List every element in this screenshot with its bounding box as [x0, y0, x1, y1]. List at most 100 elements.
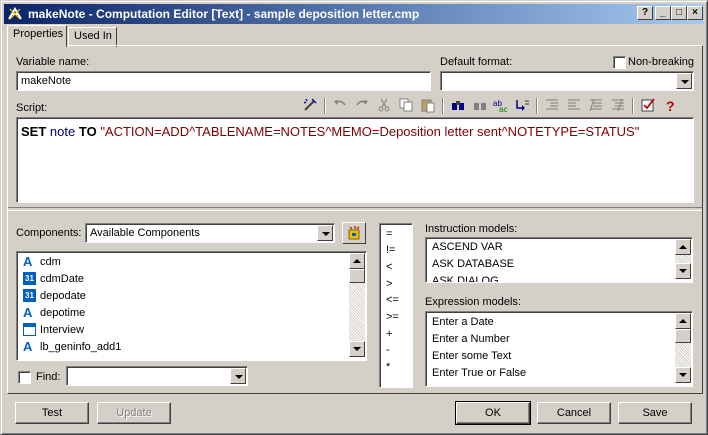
new-component-button[interactable]: [342, 222, 366, 244]
default-format-dropdown-button[interactable]: [676, 73, 692, 89]
dialog-icon: [23, 323, 36, 336]
find-icon[interactable]: [450, 97, 466, 113]
operator-item[interactable]: !=: [386, 244, 395, 256]
scroll-up-button[interactable]: [675, 239, 691, 255]
indent-icon[interactable]: [544, 97, 560, 113]
cut-icon[interactable]: [376, 97, 392, 113]
variable-name-input[interactable]: makeNote: [16, 71, 431, 91]
toolbar-separator: [324, 98, 326, 114]
list-item[interactable]: Enter True or False: [432, 367, 526, 379]
components-dropdown-button[interactable]: [317, 225, 333, 241]
outdent-icon[interactable]: [566, 97, 582, 113]
text-var-icon: A: [23, 254, 33, 269]
instruction-models-label: Instruction models:: [425, 223, 518, 235]
scroll-thumb[interactable]: [349, 269, 365, 283]
operator-item[interactable]: <=: [386, 294, 399, 306]
find-input[interactable]: [66, 366, 248, 386]
close-button[interactable]: ×: [687, 6, 703, 20]
minimize-button[interactable]: _: [655, 6, 671, 20]
script-keyword-set: SET: [21, 124, 47, 139]
scroll-down-button[interactable]: [349, 341, 365, 357]
variable-name-label: Variable name:: [16, 56, 90, 68]
scroll-down-button[interactable]: [675, 367, 691, 383]
svg-text:ac: ac: [499, 105, 507, 113]
goto-line-icon[interactable]: [514, 97, 530, 113]
uncomment-icon[interactable]: [610, 97, 626, 113]
test-button[interactable]: Test: [15, 402, 89, 424]
window-title: makeNote - Computation Editor [Text] - s…: [28, 7, 420, 21]
pane-splitter[interactable]: [8, 207, 702, 211]
update-button[interactable]: Update: [97, 402, 171, 424]
ok-button[interactable]: OK: [455, 401, 531, 425]
replace-icon[interactable]: abac: [492, 97, 508, 113]
list-item[interactable]: Enter a Date: [432, 316, 494, 328]
scroll-thumb[interactable]: [675, 329, 691, 343]
operator-item[interactable]: *: [386, 361, 390, 373]
components-list[interactable]: A cdm 31 cdmDate 31 depodate A depotime …: [16, 251, 367, 361]
operator-item[interactable]: >: [386, 278, 392, 290]
wizard-icon[interactable]: [302, 97, 318, 113]
check-syntax-icon[interactable]: [640, 97, 656, 113]
date-var-icon: 31: [23, 272, 36, 285]
save-button[interactable]: Save: [618, 402, 692, 424]
date-var-icon: 31: [23, 289, 36, 302]
find-next-icon[interactable]: [472, 97, 488, 113]
components-select[interactable]: Available Components: [85, 223, 335, 243]
tab-used-in[interactable]: Used In: [68, 27, 117, 47]
redo-icon[interactable]: [354, 97, 370, 113]
script-editor[interactable]: SET note TO "ACTION=ADD^TABLENAME=NOTES^…: [16, 117, 694, 203]
script-variable: note: [49, 124, 76, 139]
operator-item[interactable]: +: [386, 328, 392, 340]
expression-models-label: Expression models:: [425, 296, 521, 308]
maximize-button[interactable]: □: [671, 6, 687, 20]
undo-icon[interactable]: [332, 97, 348, 113]
non-breaking-label: Non-breaking: [628, 56, 695, 68]
computation-editor-window: makeNote - Computation Editor [Text] - s…: [0, 0, 708, 435]
instruction-models-list[interactable]: ASCEND VAR ASK DATABASE ASK DIALOG: [425, 237, 693, 283]
scroll-down-button[interactable]: [675, 263, 691, 279]
text-var-icon: A: [23, 339, 33, 354]
toolbar-separator: [442, 98, 444, 114]
non-breaking-checkbox[interactable]: [613, 56, 626, 69]
app-icon: [8, 7, 22, 20]
find-dropdown-button[interactable]: [230, 368, 246, 384]
operator-item[interactable]: >=: [386, 311, 399, 323]
operator-item[interactable]: -: [386, 344, 390, 356]
script-string: "ACTION=ADD^TABLENAME=NOTES^MEMO=Deposit…: [100, 124, 640, 139]
scroll-up-button[interactable]: [349, 253, 365, 269]
script-label: Script:: [16, 102, 48, 114]
operator-item[interactable]: <: [386, 261, 392, 273]
new-component-icon: [348, 226, 360, 240]
text-var-icon: A: [23, 305, 33, 320]
cancel-button[interactable]: Cancel: [537, 402, 611, 424]
help-button[interactable]: ?: [637, 6, 653, 20]
default-format-select[interactable]: [440, 71, 694, 91]
help-icon[interactable]: ?: [662, 97, 678, 113]
properties-panel: Variable name: makeNote Default format: …: [7, 45, 703, 394]
list-item[interactable]: Enter a Number: [432, 333, 510, 345]
find-checkbox[interactable]: [18, 371, 31, 384]
list-item[interactable]: ASCEND VAR: [432, 241, 503, 253]
operators-list[interactable]: = != < > <= >= + - *: [379, 223, 413, 388]
components-scrollbar[interactable]: [349, 253, 365, 357]
list-item[interactable]: ASK DATABASE: [432, 258, 514, 270]
copy-icon[interactable]: [398, 97, 414, 113]
toolbar-separator: [536, 98, 538, 114]
script-keyword-to: TO: [78, 124, 97, 139]
expression-models-list[interactable]: Enter a Date Enter a Number Enter some T…: [425, 311, 693, 387]
list-item[interactable]: ASK DIALOG: [432, 275, 499, 282]
script-line: SET note TO "ACTION=ADD^TABLENAME=NOTES^…: [21, 124, 639, 139]
comment-icon[interactable]: [588, 97, 604, 113]
title-bar[interactable]: makeNote - Computation Editor [Text] - s…: [4, 4, 704, 24]
scroll-up-button[interactable]: [675, 313, 691, 329]
instruction-models-scrollbar[interactable]: [675, 239, 691, 279]
paste-icon[interactable]: [420, 97, 436, 113]
svg-text:?: ?: [666, 98, 675, 113]
components-selected-value: Available Components: [90, 227, 200, 239]
default-format-label: Default format:: [440, 56, 513, 68]
tab-properties[interactable]: Properties: [7, 25, 67, 47]
list-item[interactable]: Enter some Text: [432, 350, 511, 362]
expression-models-scrollbar[interactable]: [675, 313, 691, 383]
operator-item[interactable]: =: [386, 228, 392, 240]
variable-name-value: makeNote: [21, 75, 72, 87]
